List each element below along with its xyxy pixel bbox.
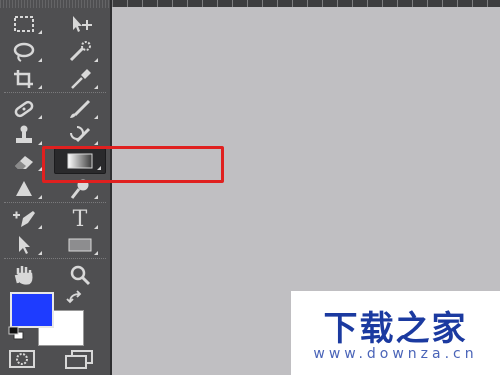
- rectangle-shape-icon: [68, 238, 92, 252]
- tool-blur[interactable]: [2, 176, 46, 202]
- tool-marquee[interactable]: [2, 11, 46, 37]
- gradient-tool-highlight: [42, 146, 224, 183]
- eyedropper-icon: [71, 69, 91, 89]
- tool-history-brush[interactable]: [58, 122, 102, 148]
- tool-rectangle[interactable]: [58, 232, 102, 258]
- move-icon: [73, 16, 92, 32]
- photoshop-window: T 下载之家 www.downza.cn: [0, 0, 500, 375]
- tool-clone-stamp[interactable]: [2, 122, 46, 148]
- eraser-icon: [15, 156, 33, 169]
- path-selection-icon: [19, 236, 30, 254]
- clone-stamp-icon: [16, 125, 32, 143]
- tool-healing[interactable]: [2, 96, 46, 122]
- healing-brush-icon: [14, 100, 34, 118]
- quick-mask-icon[interactable]: [8, 349, 36, 369]
- tool-separator: [4, 92, 106, 93]
- tool-type[interactable]: T: [58, 206, 102, 232]
- tools-panel: T: [0, 0, 112, 375]
- watermark-url: www.downza.cn: [313, 346, 478, 362]
- tool-lasso[interactable]: [2, 39, 46, 65]
- panel-grip[interactable]: [0, 0, 112, 8]
- tool-zoom[interactable]: [58, 262, 102, 288]
- tool-separator: [4, 258, 106, 259]
- ruler-ticks: [112, 0, 500, 7]
- tool-pen[interactable]: [2, 206, 46, 232]
- tool-crop[interactable]: [2, 66, 46, 92]
- screen-mode-icon[interactable]: [64, 349, 98, 369]
- panel-border: [110, 0, 112, 375]
- tool-separator: [4, 202, 106, 203]
- swap-colors-icon[interactable]: [66, 290, 86, 306]
- history-brush-icon: [70, 126, 91, 143]
- type-icon: T: [72, 206, 88, 232]
- tool-move[interactable]: [58, 11, 102, 37]
- tool-eyedropper[interactable]: [58, 66, 102, 92]
- tool-hand[interactable]: [2, 262, 46, 288]
- watermark-title: 下载之家: [323, 309, 468, 349]
- tool-path-selection[interactable]: [2, 232, 46, 258]
- brush-icon: [70, 99, 91, 118]
- hand-icon: [14, 266, 33, 285]
- lasso-icon: [13, 42, 35, 62]
- zoom-icon: [70, 265, 91, 286]
- default-colors-icon[interactable]: [8, 326, 26, 340]
- tool-quick-selection[interactable]: [58, 39, 102, 65]
- tool-eraser[interactable]: [2, 148, 46, 174]
- crop-icon: [14, 70, 33, 88]
- rectangular-marquee-icon: [14, 16, 34, 32]
- watermark: 下载之家 www.downza.cn: [291, 291, 500, 375]
- foreground-color-swatch[interactable]: [10, 292, 54, 328]
- tool-brush[interactable]: [58, 96, 102, 122]
- pen-icon: [13, 211, 35, 227]
- quick-selection-icon: [69, 41, 91, 62]
- blur-icon: [16, 181, 32, 196]
